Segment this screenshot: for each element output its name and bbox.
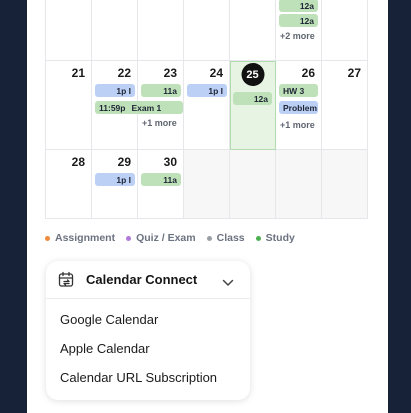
empty-day-cell — [230, 150, 276, 219]
calendar-event[interactable]: 1p I — [95, 84, 135, 97]
legend-class: Class — [206, 232, 245, 244]
calendar-event[interactable]: 1p I — [95, 173, 135, 186]
event-legend: Assignment Quiz / Exam Class Study — [45, 231, 306, 245]
calendar-event-exam[interactable]: 11:59p Exam 1 — [95, 101, 183, 114]
apple-calendar-option[interactable]: Apple Calendar — [46, 334, 250, 363]
chevron-down-icon — [222, 274, 234, 292]
dot-icon — [206, 235, 212, 241]
calendar-event[interactable]: 12a — [279, 0, 318, 12]
day-number: 26 — [301, 66, 315, 80]
calendar-event[interactable]: 12a — [279, 14, 318, 27]
more-events-link[interactable]: +1 more — [142, 118, 177, 128]
day-cell-22[interactable]: 22 1p I 11:59p Exam 1 — [92, 61, 183, 150]
calendar-sync-icon — [58, 271, 76, 289]
legend-label: Assignment — [55, 232, 116, 244]
day-number: 24 — [209, 66, 223, 80]
day-cell[interactable] — [46, 0, 92, 61]
day-number: 22 — [117, 66, 131, 80]
calendar-connect-toggle[interactable]: Calendar Connect — [46, 261, 250, 299]
dot-icon — [126, 235, 132, 241]
empty-day-cell — [184, 150, 230, 219]
day-number: 21 — [71, 66, 85, 80]
empty-day-cell — [276, 150, 322, 219]
window-frame-right — [388, 0, 411, 413]
calendar-event[interactable]: HW 3 — [279, 84, 318, 97]
day-cell[interactable] — [184, 0, 230, 61]
day-cell-30[interactable]: 30 11a — [138, 150, 184, 219]
day-cell-27[interactable]: 27 — [322, 61, 368, 150]
google-calendar-option[interactable]: Google Calendar — [46, 305, 250, 334]
legend-label: Study — [265, 232, 295, 244]
more-events-link[interactable]: +2 more — [280, 31, 315, 41]
calendar-event[interactable]: 11a — [141, 84, 181, 97]
calendar-connect-options: Google Calendar Apple Calendar Calendar … — [46, 299, 250, 392]
day-cell[interactable] — [138, 0, 184, 61]
calendar-event[interactable]: 1p I — [187, 84, 227, 97]
day-cell[interactable] — [230, 0, 276, 61]
legend-label: Class — [216, 232, 245, 244]
day-cell-25-today[interactable]: 25 12a — [230, 61, 276, 150]
window-frame-left — [0, 0, 27, 413]
calendar-event[interactable]: 11a — [141, 173, 181, 186]
day-cell-28[interactable]: 28 — [46, 150, 92, 219]
event-label: Exam 1 — [131, 102, 162, 113]
dot-icon — [45, 235, 50, 241]
legend-study: Study — [255, 232, 295, 244]
legend-assignment: Assignment — [45, 232, 115, 244]
day-cell[interactable]: 12a 12a +2 more — [276, 0, 322, 61]
day-cell[interactable] — [92, 0, 138, 61]
calendar-event[interactable]: 12a — [233, 92, 272, 105]
legend-quiz-exam: Quiz / Exam — [126, 232, 196, 244]
month-grid: 12a 12a +2 more 21 22 1p I 11:59p Exam 1… — [45, 0, 368, 219]
today-badge: 25 — [241, 63, 264, 86]
empty-day-cell — [322, 150, 368, 219]
legend-label: Quiz / Exam — [136, 232, 196, 244]
calendar-connect-title: Calendar Connect — [86, 272, 198, 287]
calendar-connect-dropdown: Calendar Connect Google Calendar Apple C… — [46, 261, 250, 400]
day-number: 29 — [117, 155, 131, 169]
day-number: 27 — [347, 66, 361, 80]
day-cell-24[interactable]: 24 1p I — [184, 61, 230, 150]
calendar-url-subscription-option[interactable]: Calendar URL Subscription — [46, 363, 250, 392]
day-cell-21[interactable]: 21 — [46, 61, 92, 150]
dot-icon — [255, 235, 261, 241]
day-cell-29[interactable]: 29 1p I — [92, 150, 138, 219]
day-cell[interactable] — [322, 0, 368, 61]
calendar-event[interactable]: Problem — [279, 101, 318, 114]
more-events-link[interactable]: +1 more — [280, 120, 315, 130]
event-time: 11:59p — [99, 102, 126, 113]
day-number: 23 — [163, 66, 177, 80]
day-cell-26[interactable]: 26 HW 3 Problem +1 more — [276, 61, 322, 150]
day-number: 28 — [71, 155, 85, 169]
day-number: 30 — [163, 155, 177, 169]
